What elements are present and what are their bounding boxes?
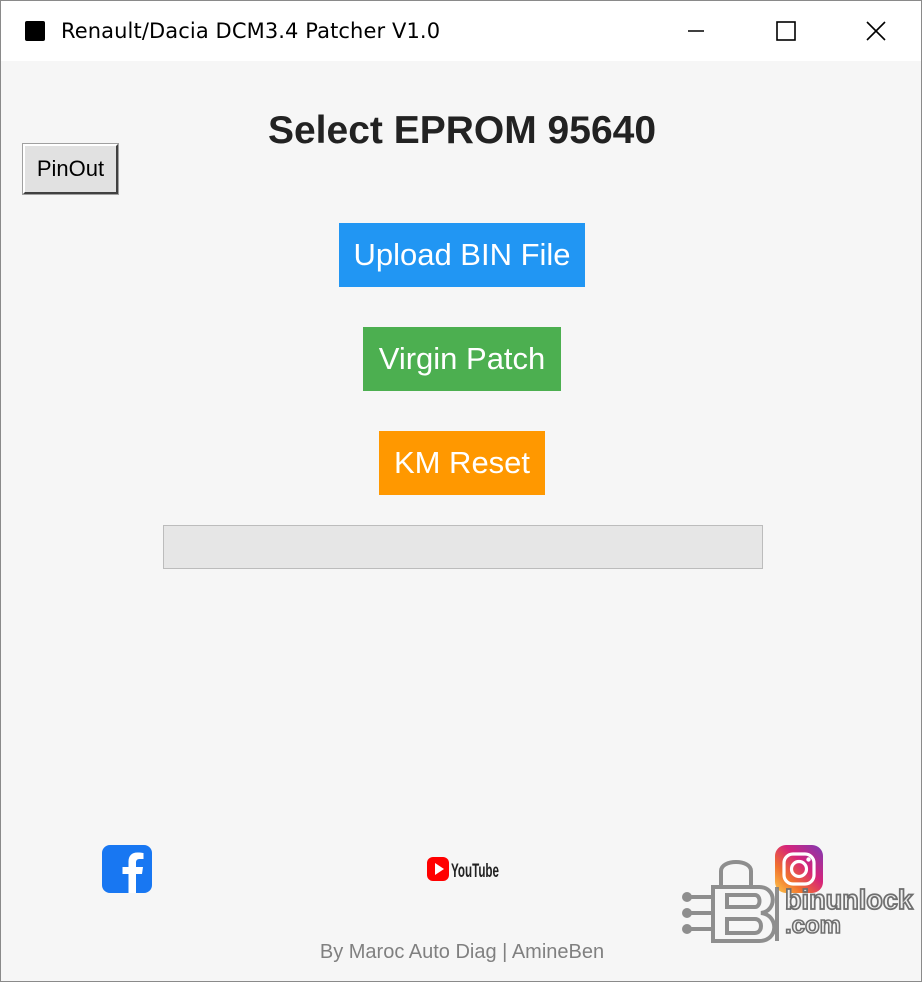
close-icon	[866, 21, 886, 41]
facebook-icon[interactable]	[102, 845, 152, 893]
app-window: Renault/Dacia DCM3.4 Patcher V1.0 PinOut…	[0, 0, 922, 982]
virgin-patch-button[interactable]: Virgin Patch	[363, 327, 561, 391]
maximize-icon	[776, 21, 796, 41]
close-button[interactable]	[831, 1, 921, 61]
app-icon	[25, 21, 45, 41]
maximize-button[interactable]	[741, 1, 831, 61]
upload-bin-button[interactable]: Upload BIN File	[339, 223, 585, 287]
km-reset-button[interactable]: KM Reset	[379, 431, 545, 495]
footer-credit: By Maroc Auto Diag | AmineBen	[319, 941, 605, 963]
svg-text:YouTube: YouTube	[451, 861, 499, 882]
watermark-text-top: binunlock	[785, 884, 913, 915]
minimize-button[interactable]	[651, 1, 741, 61]
progress-bar	[163, 525, 763, 569]
page-title: Select EPROM 95640	[267, 109, 657, 152]
watermark-text-bottom: .com	[785, 912, 841, 939]
window-title: Renault/Dacia DCM3.4 Patcher V1.0	[61, 19, 441, 43]
binunlock-watermark: binunlock .com	[682, 860, 914, 943]
youtube-icon[interactable]: YouTube	[426, 853, 500, 885]
minimize-icon	[688, 30, 704, 32]
title-bar: Renault/Dacia DCM3.4 Patcher V1.0	[1, 1, 921, 61]
